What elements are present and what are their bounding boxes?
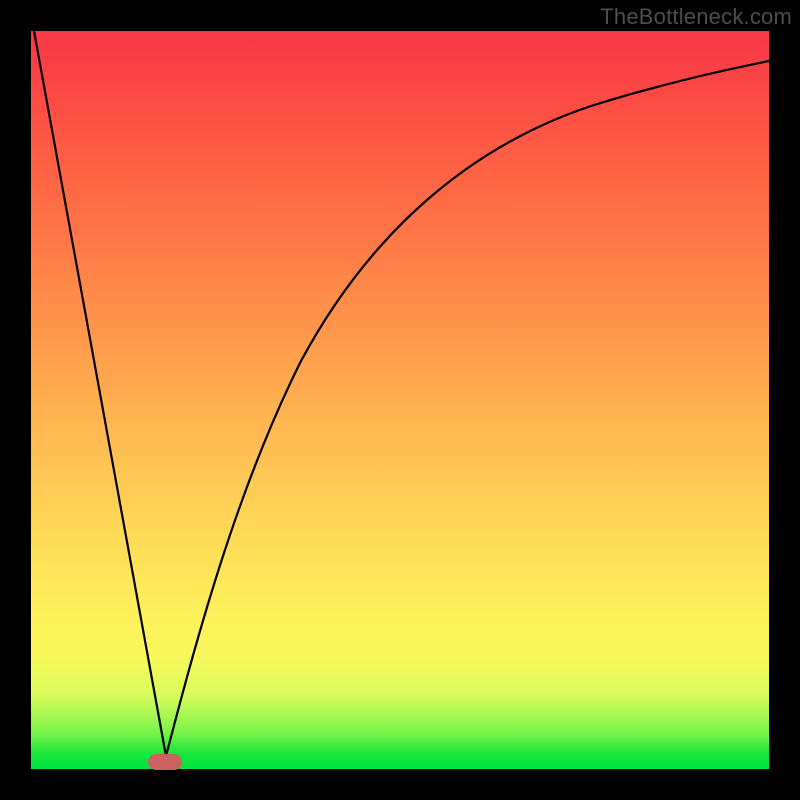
curve-left-branch	[34, 31, 166, 756]
curve-layer	[31, 31, 769, 769]
watermark-text: TheBottleneck.com	[600, 4, 792, 30]
curve-right-branch	[166, 61, 769, 756]
optimum-marker	[148, 754, 182, 770]
chart-frame: TheBottleneck.com	[0, 0, 800, 800]
